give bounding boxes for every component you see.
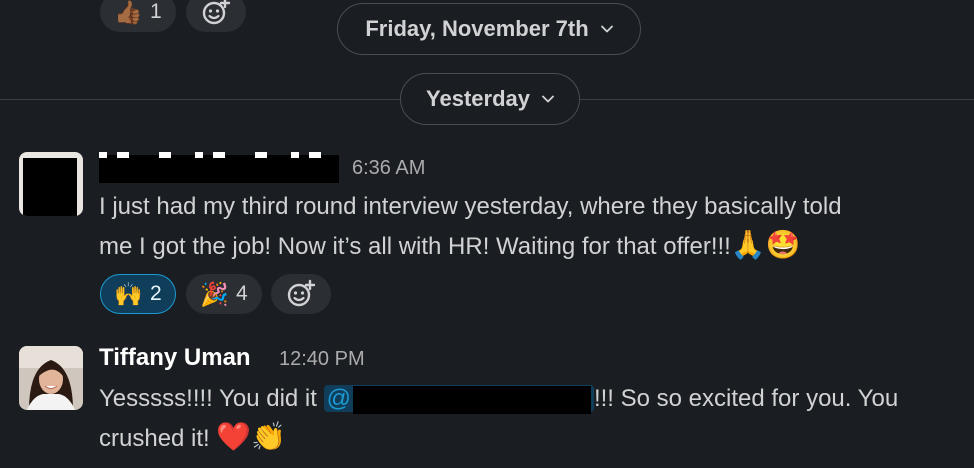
reaction-thumbs-up[interactable]: 👍🏾 1 <box>100 0 176 32</box>
mention-at-symbol: @ <box>326 385 351 412</box>
add-emoji-icon <box>202 0 231 25</box>
message-timestamp[interactable]: 6:36 AM <box>352 157 425 180</box>
message-text-fragment: Yesssss!!!! You did it <box>99 385 324 412</box>
message-text-fragment: me I got the job! Now it’s all with HR! … <box>99 233 731 260</box>
avatar[interactable] <box>19 346 83 410</box>
party-popper-emoji: 🎉 <box>200 280 229 307</box>
thumbs-up-emoji: 👍🏾 <box>114 0 143 25</box>
message-text-line: Yesssss!!!! You did it @ !!! So so excite… <box>99 380 969 418</box>
date-divider-label: Friday, November 7th <box>365 16 589 41</box>
reaction-count: 2 <box>149 282 162 305</box>
mention-redaction <box>352 385 591 414</box>
date-divider-yesterday[interactable]: Yesterday <box>400 73 580 125</box>
reaction-count: 1 <box>149 0 162 23</box>
author-name-redacted[interactable] <box>99 152 339 183</box>
reaction-party-popper[interactable]: 🎉 4 <box>186 274 262 314</box>
add-reaction-button[interactable] <box>271 274 331 314</box>
heart-clap-emoji: ❤️👏 <box>216 421 287 452</box>
author-name[interactable]: Tiffany Uman <box>99 344 251 372</box>
date-divider-friday[interactable]: Friday, November 7th <box>337 3 641 55</box>
user-mention[interactable]: @ <box>323 385 594 414</box>
message-timestamp[interactable]: 12:40 PM <box>279 348 365 371</box>
redaction-peek <box>99 152 339 158</box>
user-photo <box>19 346 83 410</box>
reaction-count: 4 <box>235 282 248 305</box>
avatar[interactable] <box>19 152 83 216</box>
message-text-line: me I got the job! Now it’s all with HR! … <box>99 226 959 266</box>
pray-star-struck-emoji: 🙏🤩 <box>730 229 801 260</box>
message-text: Yesssss!!!! You did it @ !!! So so excite… <box>99 380 969 458</box>
chevron-down-icon <box>542 95 554 103</box>
raised-hands-emoji: 🙌 <box>114 280 143 307</box>
avatar-redaction <box>23 158 77 216</box>
message-text-line: crushed it! ❤️👏 <box>99 418 969 458</box>
message-text-fragment: crushed it! <box>99 425 217 452</box>
reaction-raised-hands[interactable]: 🙌 2 <box>100 274 176 314</box>
add-emoji-icon <box>287 279 316 307</box>
add-reaction-button[interactable] <box>186 0 246 32</box>
message-text-fragment: !!! So so excited for you. You <box>593 385 899 412</box>
chevron-down-icon <box>600 25 613 33</box>
message-text-line: I just had my third round interview yest… <box>99 193 842 220</box>
date-divider-label: Yesterday <box>426 86 530 111</box>
message-text: I just had my third round interview yest… <box>99 188 959 266</box>
